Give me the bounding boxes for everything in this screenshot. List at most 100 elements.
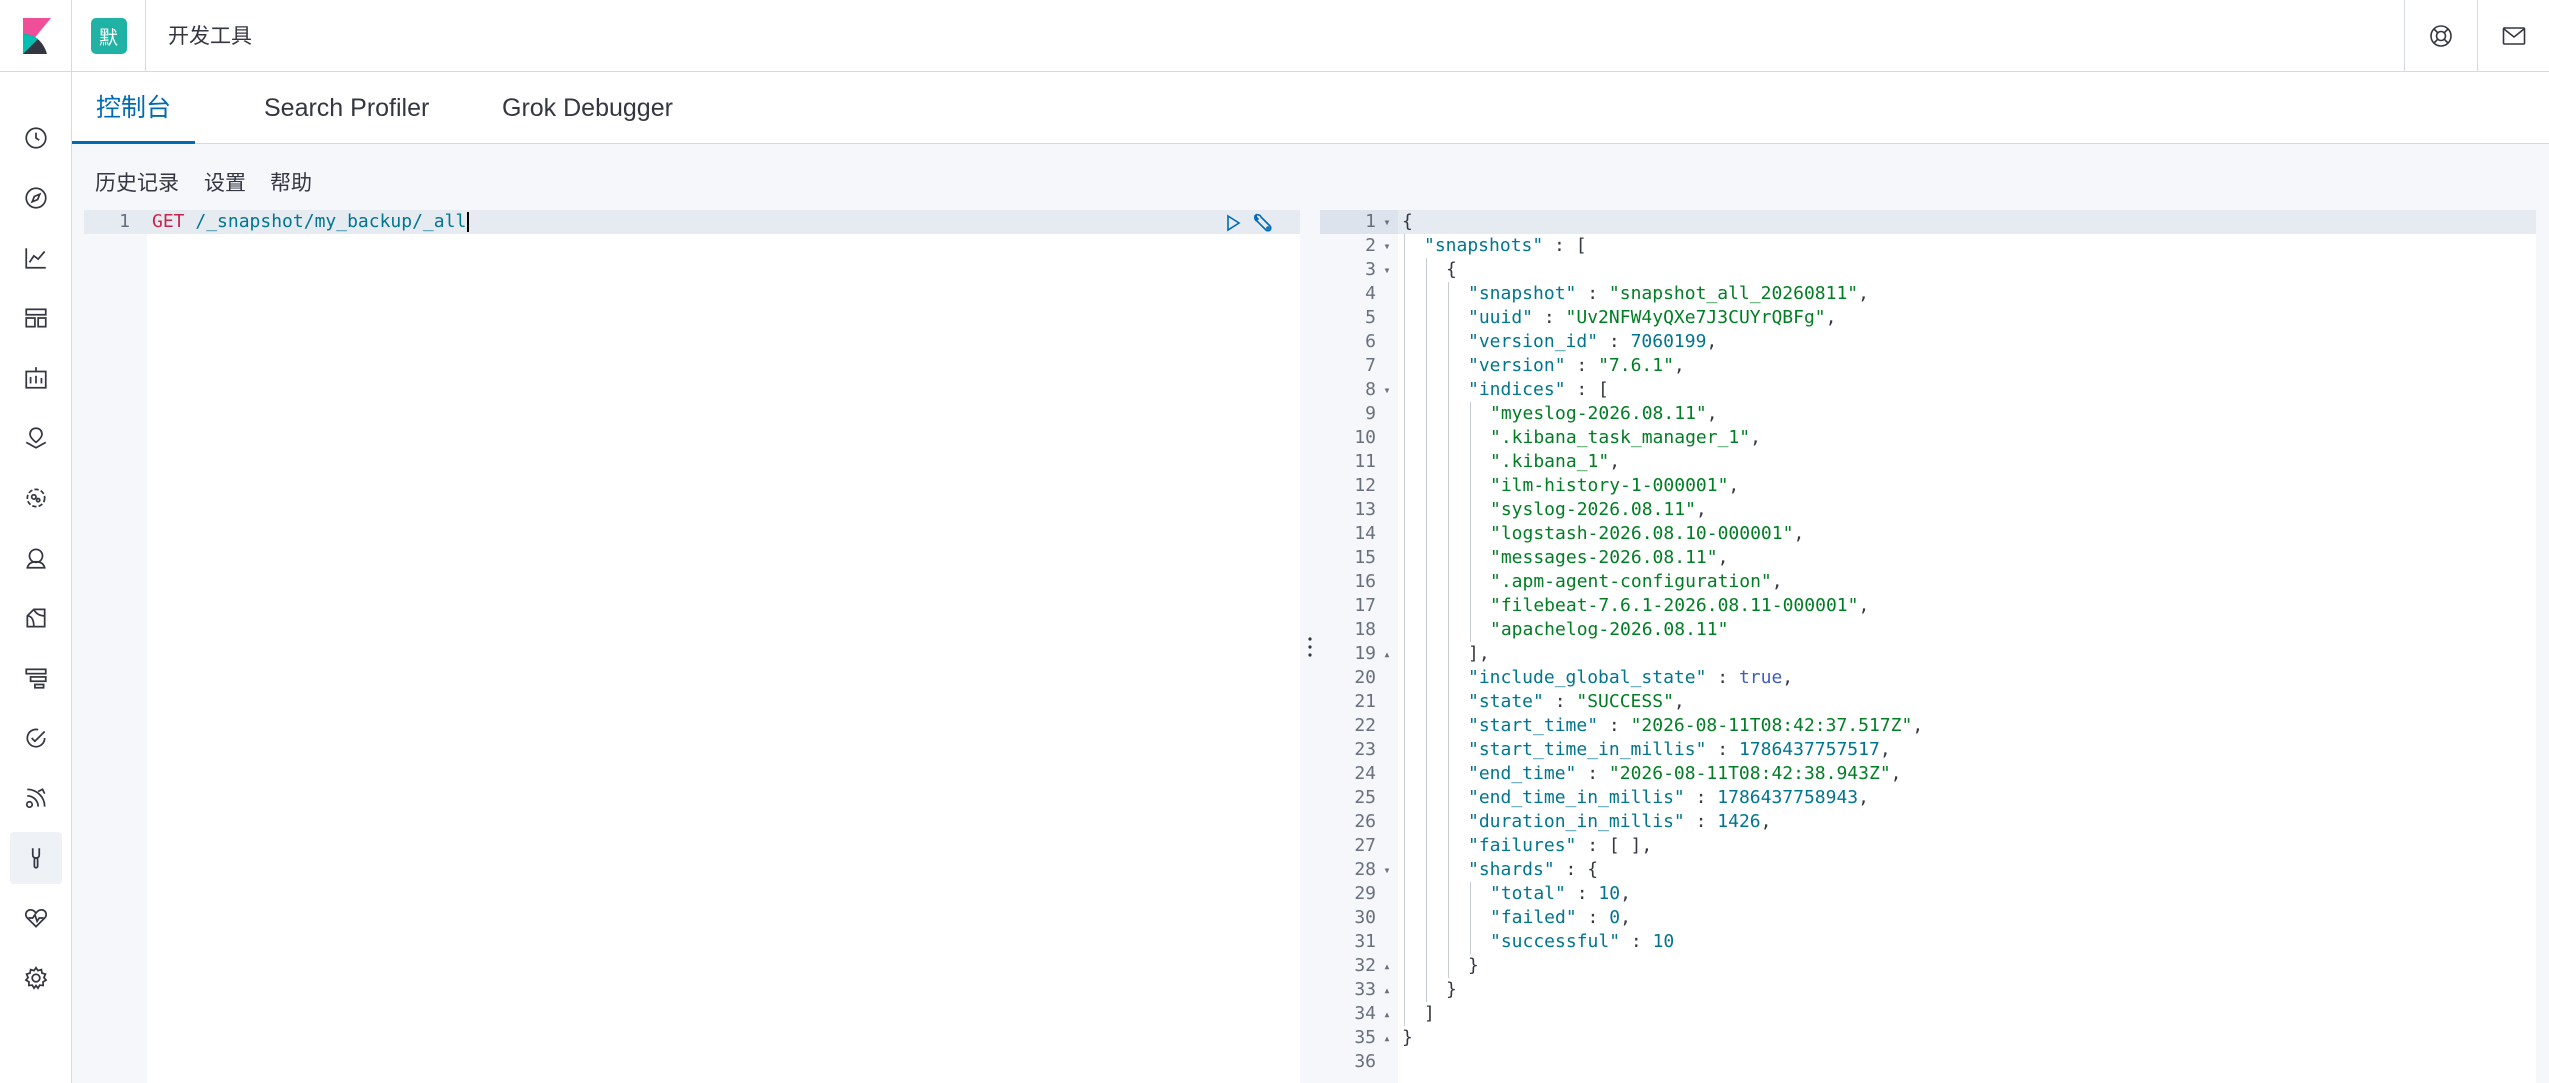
help-button[interactable] — [2404, 0, 2476, 72]
nav-dashboard[interactable] — [10, 292, 62, 344]
indent-guide — [1404, 402, 1405, 426]
code-token: : — [1684, 811, 1718, 832]
indent-guide — [1426, 354, 1427, 378]
indent-guide — [1404, 594, 1405, 618]
response-code: "failures" : [ ], — [1468, 834, 1652, 858]
send-request-button[interactable] — [1222, 212, 1244, 234]
response-line-number: 32 — [1354, 955, 1376, 976]
fold-toggle-icon[interactable]: ▴ — [1380, 978, 1394, 1002]
menu-history[interactable]: 历史记录 — [95, 166, 179, 200]
nav-apm[interactable] — [10, 652, 62, 704]
code-token: : [ — [1543, 235, 1587, 256]
nav-visualize[interactable] — [10, 232, 62, 284]
indent-guide — [1448, 786, 1449, 810]
space-selector[interactable]: 默 — [72, 0, 146, 72]
nav-canvas[interactable] — [10, 352, 62, 404]
indent-guide — [1404, 522, 1405, 546]
response-code: "shards" : { — [1468, 858, 1598, 882]
request-method: GET — [152, 211, 185, 232]
code-token: , — [1717, 547, 1729, 568]
tab-grok-debugger[interactable]: Grok Debugger — [478, 72, 697, 144]
response-code: "messages-2026.08.11", — [1490, 546, 1728, 570]
response-line: 14 "logstash-2026.08.10-000001", — [1320, 522, 2536, 546]
kibana-logo-button[interactable] — [0, 0, 72, 72]
code-token: "2026-08-11T08:42:37.517Z" — [1630, 715, 1913, 736]
menu-help[interactable]: 帮助 — [270, 166, 312, 200]
panel-resizer[interactable] — [1300, 210, 1320, 1083]
nav-siem[interactable] — [10, 772, 62, 824]
fold-toggle-icon[interactable]: ▾ — [1380, 378, 1394, 402]
code-token: : — [1706, 739, 1739, 760]
code-token: } — [1402, 1027, 1413, 1048]
indent-guide — [1404, 810, 1405, 834]
response-line: 7 "version" : "7.6.1", — [1320, 354, 2536, 378]
menu-settings[interactable]: 设置 — [204, 166, 246, 200]
nav-dev-tools[interactable] — [10, 832, 62, 884]
code-token: , — [1858, 787, 1869, 808]
response-line: 27 "failures" : [ ], — [1320, 834, 2536, 858]
code-token: ".apm-agent-configuration" — [1490, 571, 1772, 592]
indent-guide — [1404, 930, 1405, 954]
newsfeed-button[interactable] — [2477, 0, 2549, 72]
response-line-number: 36 — [1354, 1051, 1376, 1072]
response-code: "myeslog-2026.08.11", — [1490, 402, 1718, 426]
response-code: "end_time_in_millis" : 1786437758943, — [1468, 786, 1869, 810]
fold-toggle-icon[interactable]: ▴ — [1380, 954, 1394, 978]
nav-machine-learning[interactable] — [10, 472, 62, 524]
nav-management[interactable] — [10, 952, 62, 1004]
fold-toggle-icon[interactable]: ▾ — [1380, 858, 1394, 882]
response-code: } — [1468, 954, 1479, 978]
response-editor[interactable]: 1 ▾{2 ▾ "snapshots" : [3 ▾{4 "snapshot" : "sn… — [1320, 210, 2536, 1083]
code-token: 1786437757517 — [1738, 739, 1880, 760]
request-line[interactable]: GET /_snapshot/my_backup/_all — [152, 210, 470, 234]
response-line: 36 — [1320, 1050, 2536, 1074]
indent-guide — [1426, 594, 1427, 618]
nav-recently-viewed[interactable] — [10, 112, 62, 164]
indent-guide — [1404, 834, 1405, 858]
nav-infrastructure[interactable] — [10, 532, 62, 584]
response-code: "uuid" : "Uv2NFW4yQXe7J3CUYrQBFg", — [1468, 306, 1836, 330]
nav-stack-monitoring[interactable] — [10, 892, 62, 944]
tab-console[interactable]: 控制台 — [72, 72, 196, 144]
request-options-button[interactable] — [1252, 212, 1274, 234]
fold-toggle-icon[interactable]: ▴ — [1380, 642, 1394, 666]
management-icon — [24, 966, 48, 990]
nav-uptime[interactable] — [10, 712, 62, 764]
response-code: "total" : 10, — [1490, 882, 1631, 906]
code-token: : — [1598, 331, 1631, 352]
fold-toggle-icon[interactable]: ▾ — [1380, 258, 1394, 282]
nav-logs[interactable] — [10, 592, 62, 644]
request-editor[interactable]: 1 GET /_snapshot/my_backup/_all — [84, 210, 1300, 1083]
fold-toggle-icon[interactable]: ▴ — [1380, 1026, 1394, 1050]
response-code: ] — [1424, 1002, 1435, 1026]
fold-toggle-icon[interactable]: ▾ — [1380, 210, 1394, 234]
code-token: ] — [1424, 1003, 1435, 1024]
request-actions — [1222, 212, 1274, 234]
code-token: : — [1620, 931, 1653, 952]
indent-guide — [1448, 594, 1449, 618]
response-line: 16 ".apm-agent-configuration", — [1320, 570, 2536, 594]
response-line-number: 34 — [1354, 1003, 1376, 1024]
response-line: 30 "failed" : 0, — [1320, 906, 2536, 930]
indent-guide — [1470, 450, 1471, 474]
fold-toggle-icon[interactable]: ▴ — [1380, 1002, 1394, 1026]
kibana-logo-icon — [22, 18, 51, 54]
indent-guide — [1448, 282, 1449, 306]
tab-search-profiler[interactable]: Search Profiler — [240, 72, 453, 144]
response-line-number: 7 — [1365, 355, 1376, 376]
response-line: 17 "filebeat-7.6.1-2026.08.11-000001", — [1320, 594, 2536, 618]
code-token: true — [1738, 667, 1783, 688]
fold-toggle-icon[interactable]: ▾ — [1380, 234, 1394, 258]
indent-guide — [1470, 594, 1471, 618]
response-line-number: 11 — [1354, 451, 1376, 472]
response-line: 12 "ilm-history-1-000001", — [1320, 474, 2536, 498]
response-code: "version_id" : 7060199, — [1468, 330, 1717, 354]
nav-maps[interactable] — [10, 412, 62, 464]
response-line: 26 "duration_in_millis" : 1426, — [1320, 810, 2536, 834]
nav-discover[interactable] — [10, 172, 62, 224]
indent-guide — [1404, 498, 1405, 522]
response-line: 3 ▾ { — [1320, 258, 2536, 282]
space-avatar[interactable]: 默 — [90, 18, 127, 54]
code-token: "version_id" — [1468, 331, 1599, 352]
app-title: 开发工具 — [168, 24, 252, 48]
